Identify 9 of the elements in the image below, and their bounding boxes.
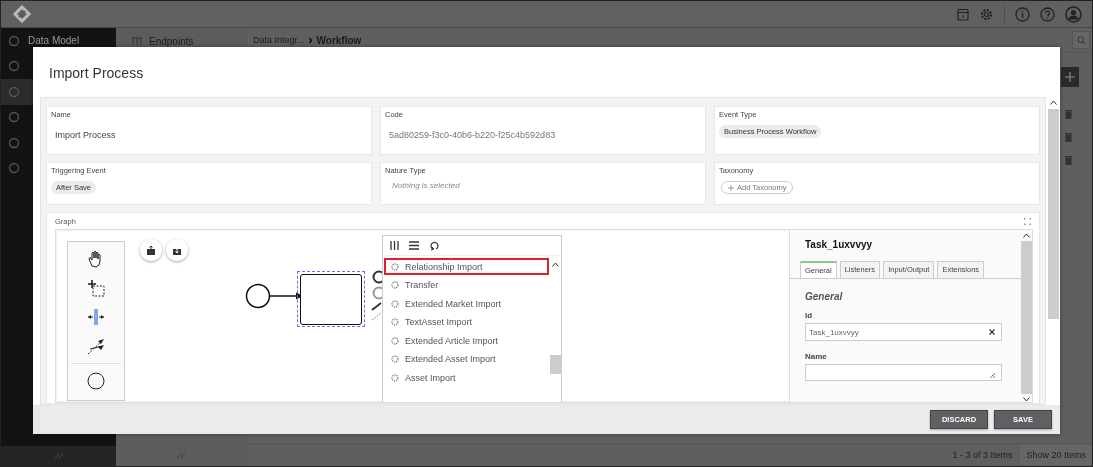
section-heading: General <box>805 291 844 302</box>
element-title: Task_1uxvvyy <box>804 238 874 252</box>
breadcrumb-current: Workflow <box>316 34 362 46</box>
field-label: Name <box>805 352 828 361</box>
field-value: 5ad80259-f3c0-40b6-b220-f25c4b592d83 <box>388 129 556 140</box>
modal-title: Import Process <box>48 64 145 83</box>
breadcrumb-separator: › <box>308 33 313 47</box>
field-label: Id <box>805 311 814 320</box>
panel-title: Endpoints <box>149 35 194 47</box>
